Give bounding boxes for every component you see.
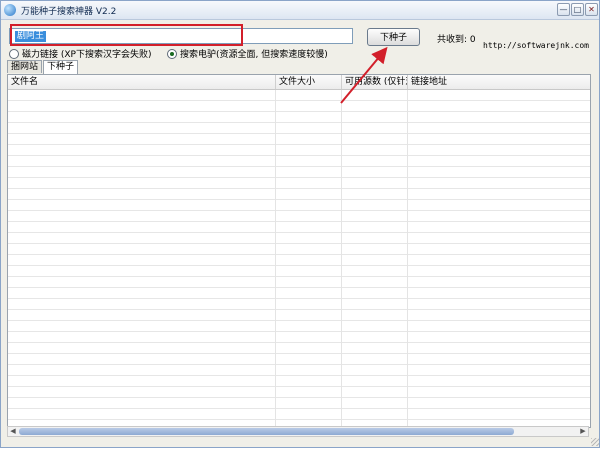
app-window: 万能种子搜索神器 V2.2 — □ ✕ 剧阿王 下种子 共收到: 0 http:… — [0, 0, 600, 448]
annotation-arrow — [340, 46, 388, 104]
annotation-arrow-line — [340, 46, 388, 104]
